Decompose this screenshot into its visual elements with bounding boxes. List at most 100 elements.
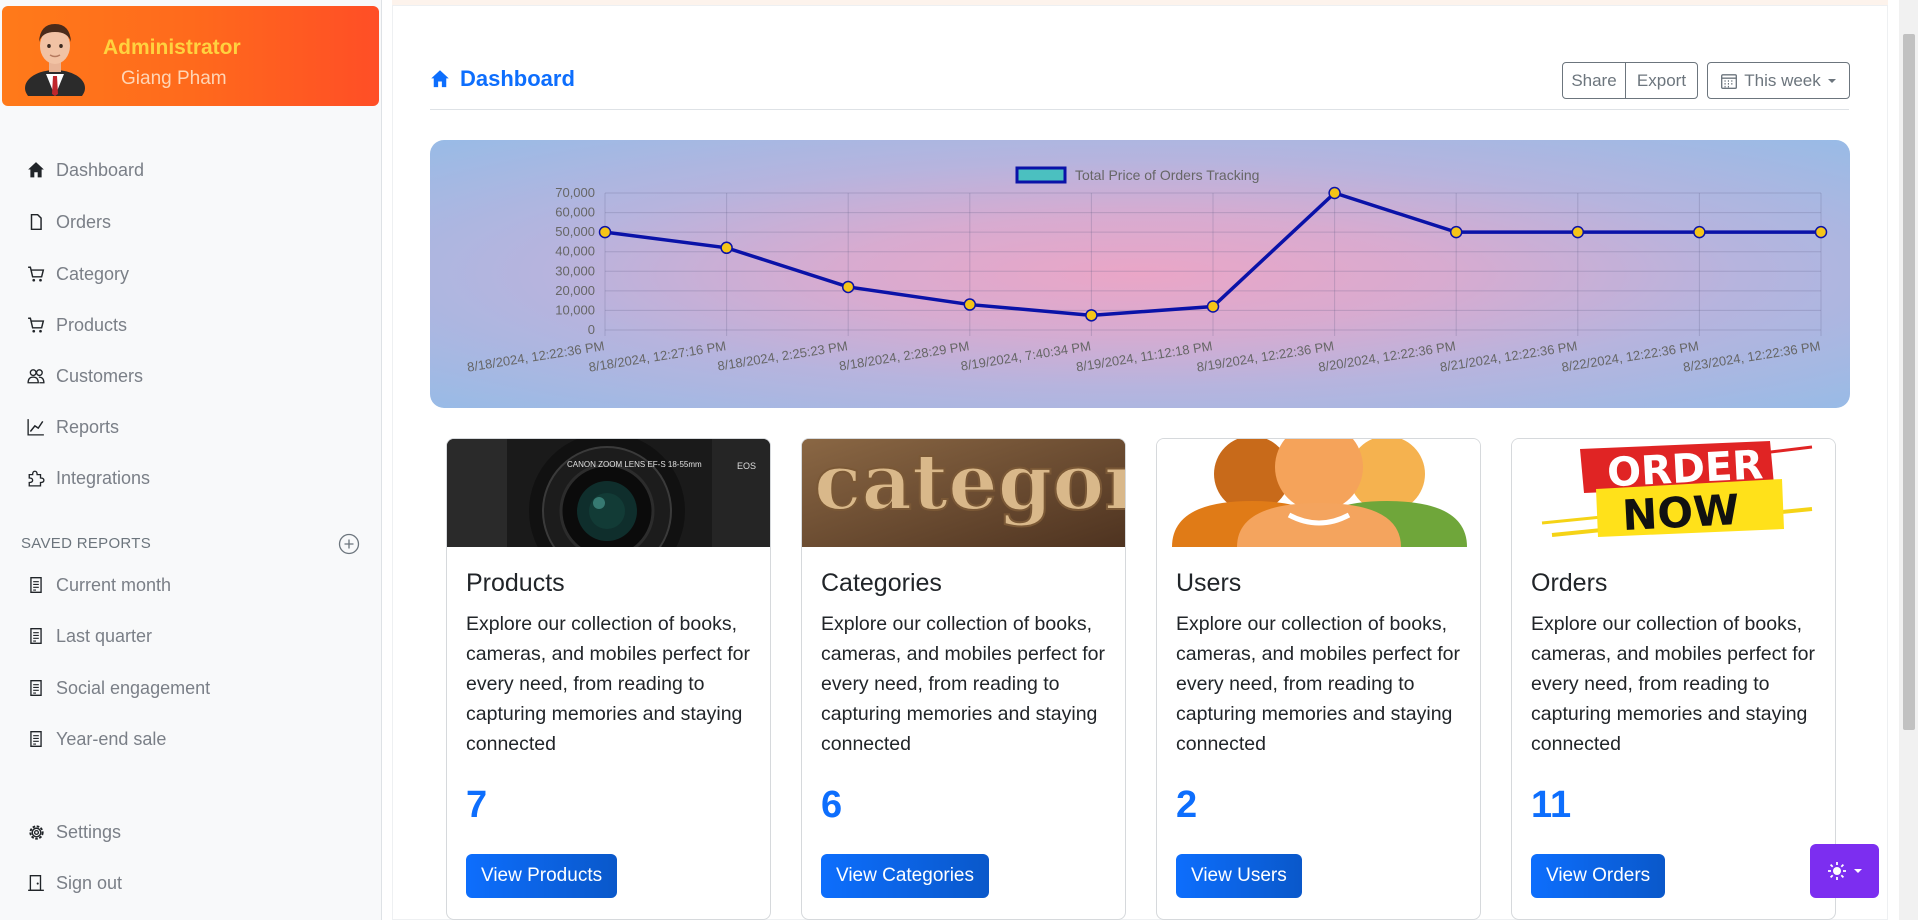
saved-report-current-month[interactable]: Current month <box>0 565 380 605</box>
y-tick-label: 40,000 <box>555 244 595 259</box>
legend-swatch <box>1015 166 1067 184</box>
camera-image: CANON ZOOM LENS EF-S 18-55mm EOS <box>447 439 770 547</box>
card-text: Explore our collection of books, cameras… <box>821 613 1105 755</box>
sidebar-item-customers[interactable]: Customers <box>0 356 380 396</box>
sidebar-item-label: Sign out <box>56 872 123 893</box>
view-users-button[interactable]: View Users <box>1176 854 1302 898</box>
data-point <box>1571 225 1585 239</box>
caret-down-icon <box>1853 869 1862 873</box>
card-title: Orders <box>1531 569 1608 597</box>
plus-circle-icon[interactable] <box>338 533 360 555</box>
data-point <box>598 225 612 239</box>
puzzle-icon <box>26 468 46 488</box>
door-icon <box>26 873 46 893</box>
sidebar-item-label: Dashboard <box>56 159 145 180</box>
calendar-icon <box>1721 73 1738 89</box>
data-point <box>963 298 977 311</box>
sidebar-item-orders[interactable]: Orders <box>0 202 380 242</box>
view-products-button[interactable]: View Products <box>466 854 618 898</box>
sidebar-item-category[interactable]: Category <box>0 254 380 294</box>
sidebar-item-label: Category <box>56 263 130 284</box>
profile-name: Giang Pham <box>121 68 227 89</box>
saved-report-label: Last quarter <box>56 625 153 646</box>
sidebar-item-integrations[interactable]: Integrations <box>0 458 380 498</box>
card-count: 11 <box>1531 784 1572 826</box>
sidebar-item-sign-out[interactable]: Sign out <box>0 863 380 903</box>
svg-text:CANON ZOOM LENS EF-S 18-55mm: CANON ZOOM LENS EF-S 18-55mm <box>567 460 702 469</box>
data-point <box>841 280 855 294</box>
cart-icon <box>26 315 46 335</box>
x-tick-label: 8/19/2024, 12:22:36 PM <box>1196 338 1335 375</box>
file-icon <box>26 212 46 232</box>
saved-report-label: Year-end sale <box>56 728 167 749</box>
svg-text:EOS: EOS <box>737 461 756 471</box>
file-text-icon <box>26 678 46 698</box>
saved-report-year-end-sale[interactable]: Year-end sale <box>0 719 380 759</box>
view-orders-button[interactable]: View Orders <box>1531 854 1666 898</box>
avatar <box>25 24 85 96</box>
category-letters: category <box>814 439 1126 528</box>
y-tick-label: 0 <box>588 322 595 337</box>
export-button[interactable]: Export <box>1625 62 1698 99</box>
data-point <box>1814 225 1828 239</box>
x-tick-label: 8/21/2024, 12:22:36 PM <box>1439 338 1578 375</box>
card-text: Explore our collection of books, cameras… <box>466 613 750 755</box>
header-divider <box>430 109 1849 110</box>
date-range-dropdown[interactable]: This week <box>1707 62 1850 99</box>
profile-role: Administrator <box>103 36 241 59</box>
scrollbar-thumb[interactable] <box>1903 34 1915 730</box>
data-point <box>1085 309 1098 322</box>
saved-report-social-engagement[interactable]: Social engagement <box>0 668 380 708</box>
y-tick-label: 10,000 <box>555 302 595 317</box>
card-users: Users Explore our collection of books, c… <box>1156 438 1481 920</box>
card-title: Users <box>1176 569 1242 597</box>
sidebar-item-reports[interactable]: Reports <box>0 407 380 447</box>
sidebar-item-label: Customers <box>56 365 144 386</box>
card-title: Categories <box>821 569 942 597</box>
y-tick-label: 70,000 <box>555 185 595 200</box>
saved-report-label: Current month <box>56 574 172 595</box>
saved-reports-heading: SAVED REPORTS <box>21 535 152 552</box>
scrollbar[interactable] <box>1899 0 1918 920</box>
y-tick-label: 60,000 <box>555 205 595 220</box>
sidebar-item-settings[interactable]: Settings <box>0 812 380 852</box>
file-text-icon <box>26 626 46 646</box>
data-point <box>720 241 733 255</box>
saved-report-label: Social engagement <box>56 677 211 698</box>
cart-icon <box>26 264 46 284</box>
page-title-text: Dashboard <box>460 66 575 91</box>
y-tick-label: 20,000 <box>555 283 595 298</box>
caret-down-icon <box>1827 78 1836 83</box>
card-products: CANON ZOOM LENS EF-S 18-55mm EOS Product… <box>446 438 771 920</box>
share-button[interactable]: Share <box>1562 62 1626 99</box>
x-tick-label: 8/18/2024, 12:27:16 PM <box>588 338 727 375</box>
chart-canvas: Total Price of Orders Tracking 0 10,000 20… <box>466 166 1828 375</box>
card-count: 6 <box>821 784 843 826</box>
profile-card[interactable]: Administrator Giang Pham <box>2 6 379 106</box>
x-tick-label: 8/23/2024, 12:22:36 PM <box>1682 338 1821 375</box>
sidebar: Administrator Giang Pham Dashboard Order… <box>0 0 382 920</box>
saved-report-last-quarter[interactable]: Last quarter <box>0 616 380 656</box>
sidebar-item-products[interactable]: Products <box>0 305 380 345</box>
card-orders: ORDER NOW Orders Explore our collection … <box>1511 438 1836 920</box>
x-tick-label: 8/18/2024, 2:25:23 PM <box>716 338 848 373</box>
graph-icon <box>26 417 46 437</box>
x-tick-label: 8/18/2024, 12:22:36 PM <box>466 338 605 375</box>
people-icon <box>26 366 46 386</box>
card-title: Products <box>466 569 565 597</box>
card-count: 7 <box>466 784 488 826</box>
house-icon <box>26 160 46 180</box>
card-categories: category Categories Explore our collecti… <box>801 438 1126 920</box>
legend-label: Total Price of Orders Tracking <box>1075 167 1259 183</box>
y-tick-label: 30,000 <box>555 263 595 278</box>
category-letters-image: category <box>802 439 1126 547</box>
theme-toggle-button[interactable] <box>1810 844 1879 898</box>
data-point <box>1206 300 1220 313</box>
x-tick-label: 8/18/2024, 2:28:29 PM <box>838 338 970 373</box>
now-banner-text: NOW <box>1621 485 1741 540</box>
x-tick-label: 8/19/2024, 11:12:18 PM <box>1075 338 1213 374</box>
view-categories-button[interactable]: View Categories <box>821 854 990 898</box>
data-point <box>1328 186 1341 200</box>
card-count: 2 <box>1176 784 1198 826</box>
sidebar-item-dashboard[interactable]: Dashboard <box>0 150 380 190</box>
